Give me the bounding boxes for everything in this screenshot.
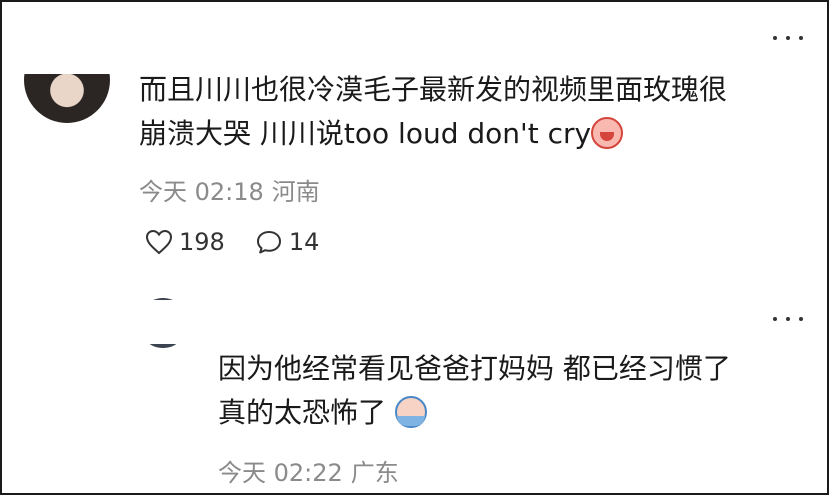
comment-thread: 而且川川也很冷漠毛子最新发的视频里面玫瑰很 崩溃大哭 川川说too loud d… (0, 0, 829, 495)
like-button[interactable]: 198 (145, 228, 225, 256)
comment-text: 而且川川也很冷漠毛子最新发的视频里面玫瑰很 崩溃大哭 川川说too loud d… (139, 68, 799, 156)
like-count: 198 (179, 228, 225, 256)
reply-line-2: 真的太恐怖了 (218, 396, 395, 429)
more-options-icon[interactable] (773, 33, 803, 43)
comment-location: 河南 (271, 178, 320, 206)
reply-button[interactable]: 14 (255, 228, 320, 256)
reply-username-redaction (132, 300, 364, 344)
crying-face-icon (591, 117, 624, 149)
scared-face-icon (394, 396, 427, 428)
reply-location: 广东 (350, 459, 399, 487)
comment-time: 今天 02:18 (139, 178, 264, 206)
reply-line-1: 因为他经常看见爸爸打妈妈 都已经习惯了 (218, 352, 731, 385)
comment-line-1: 而且川川也很冷漠毛子最新发的视频里面玫瑰很 (139, 73, 728, 106)
reply-count: 14 (288, 228, 320, 256)
comment-bubble-icon (256, 231, 281, 254)
comment-actions: 198 14 (145, 228, 319, 256)
heart-icon (145, 229, 173, 255)
comment-line-2: 崩溃大哭 川川说too loud don't cry (139, 117, 592, 150)
comment-meta: 今天 02:18 河南 (139, 177, 320, 207)
reply-more-options-icon[interactable] (773, 314, 803, 324)
reply-time: 今天 02:22 (218, 459, 343, 487)
reply-text: 因为他经常看见爸爸打妈妈 都已经习惯了 真的太恐怖了 (218, 347, 808, 435)
reply-meta: 今天 02:22 广东 (218, 458, 399, 488)
username-redaction (22, 14, 400, 74)
